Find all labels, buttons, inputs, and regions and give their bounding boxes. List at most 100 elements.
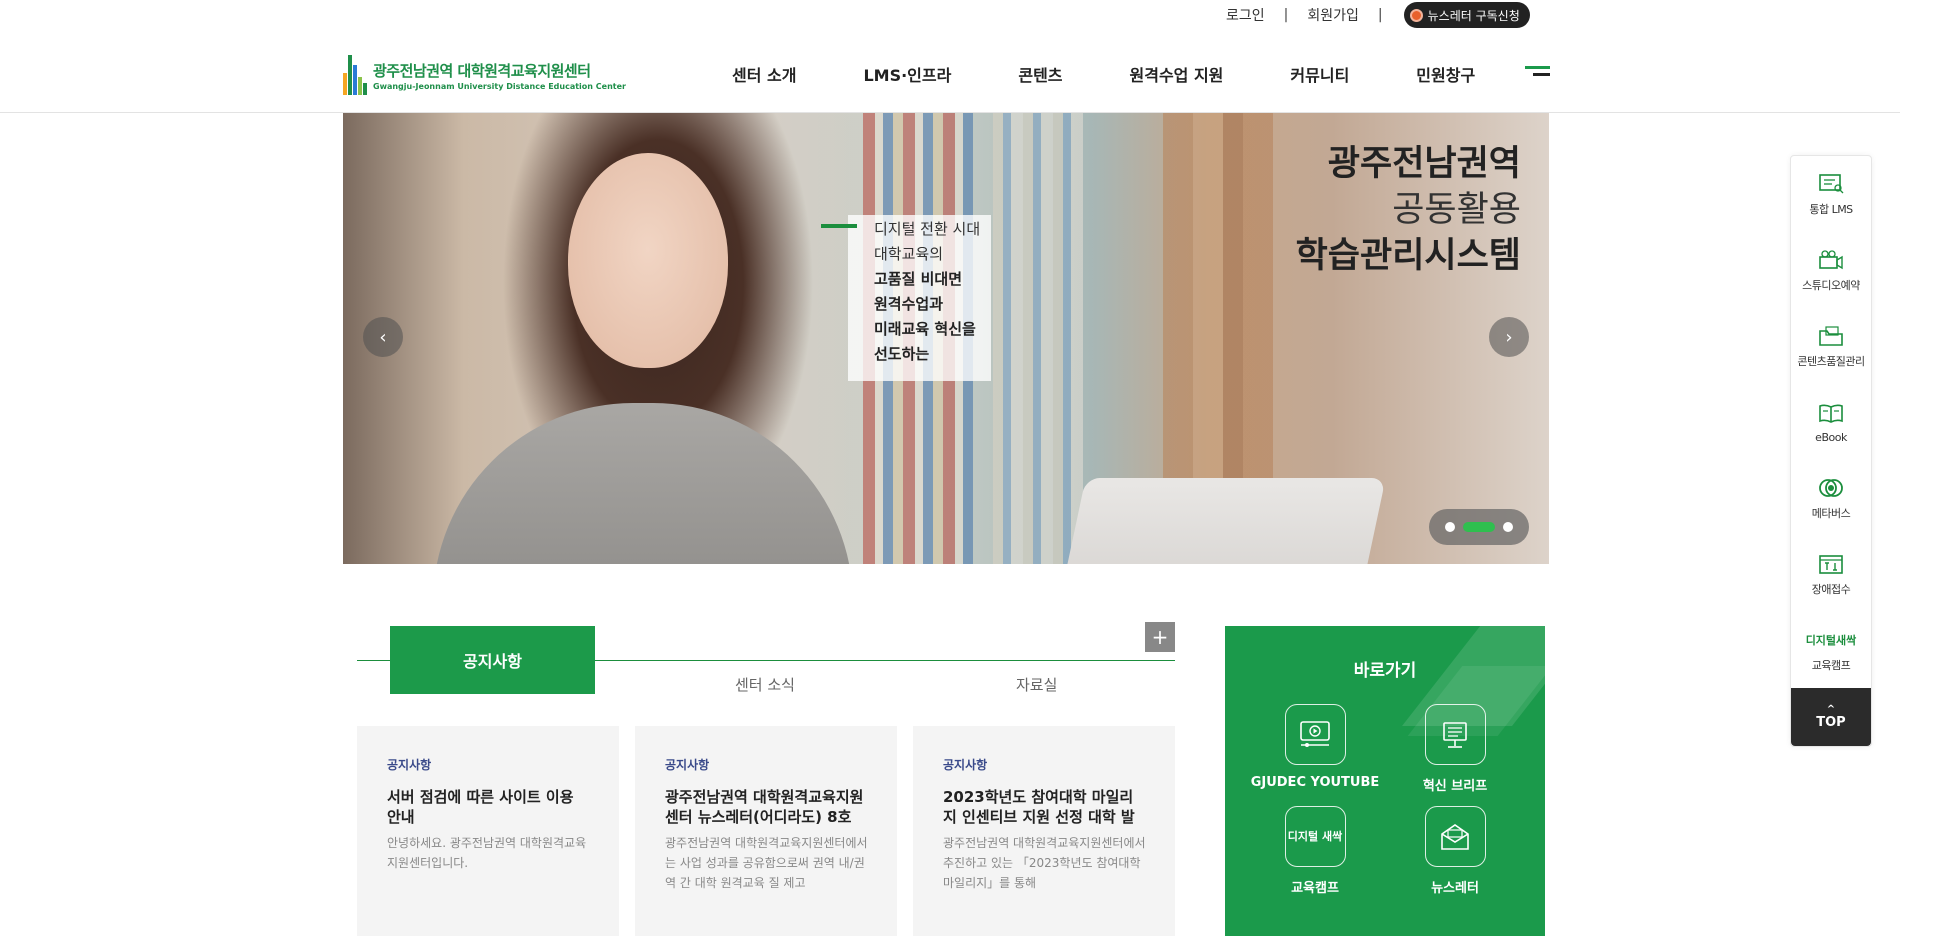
banner-copy-line: 디지털 전환 시대 [874, 220, 981, 238]
camp-icon: 디지털 새싹 [1284, 806, 1346, 867]
sidebar-item-repair[interactable]: 장애접수 [1791, 536, 1871, 612]
youtube-icon [1284, 704, 1346, 765]
nav-center-intro[interactable]: 센터 소개 [732, 62, 796, 86]
banner-next-button[interactable]: › [1489, 317, 1529, 357]
site-logo[interactable]: 광주전남권역 대학원격교육지원센터 Gwangju-Jeonnam Univer… [343, 55, 626, 95]
pagination-dot-active[interactable] [1463, 522, 1495, 532]
quick-link-newsletter[interactable]: 뉴스레터 [1380, 806, 1530, 896]
camera-icon [1816, 247, 1846, 273]
bookshelf-image [993, 113, 1083, 564]
scroll-top-label: TOP [1816, 714, 1846, 730]
sidebar-item-label: 콘텐츠품질관리 [1797, 355, 1865, 368]
card-category: 공지사항 [387, 758, 432, 772]
newsletter-subscribe-label: 뉴스레터 구독신청 [1427, 8, 1520, 23]
banner-copy-line: 고품질 비대면 [874, 270, 963, 288]
notice-card[interactable]: 공지사항 광주전남권역 대학원격교육지원센터 뉴스레터(어디라도) 8호 발 광… [635, 726, 897, 936]
logo-mark-icon [343, 55, 369, 95]
sidebar-item-camp[interactable]: 디지털새싹 교육캠프 [1791, 612, 1871, 688]
quick-link-label: 교육캠프 [1291, 881, 1339, 896]
quick-link-youtube[interactable]: GJUDEC YOUTUBE [1240, 704, 1390, 790]
plus-icon: + [1151, 625, 1169, 649]
utility-bar: 로그인 | 회원가입 | 뉴스레터 구독신청 [1226, 2, 1530, 28]
banner-headline-line: 광주전남권역 [1327, 144, 1521, 184]
chevron-right-icon: › [1505, 326, 1513, 348]
sidebar-item-lms[interactable]: 통합 LMS [1791, 156, 1871, 232]
camp-badge: 디지털새싹 [1805, 634, 1857, 647]
quick-link-label: 혁신 브리프 [1422, 779, 1488, 794]
card-category: 공지사항 [665, 758, 710, 772]
tab-notice[interactable]: 공지사항 [390, 626, 595, 694]
notice-card[interactable]: 공지사항 서버 점검에 따른 사이트 이용 안내 안녕하세요. 광주전남권역 대… [357, 726, 619, 936]
login-link[interactable]: 로그인 [1226, 5, 1265, 25]
util-separator: | [1283, 7, 1289, 23]
quick-link-camp[interactable]: 디지털 새싹 교육캠프 [1240, 806, 1390, 896]
card-category: 공지사항 [943, 758, 988, 772]
nav-contents[interactable]: 콘텐츠 [1018, 62, 1062, 86]
banner-headline: 광주전남권역 공동활용 학습관리시스템 [1296, 141, 1521, 279]
banner-headline-line: 공동활용 [1392, 190, 1521, 230]
quick-links-panel: 바로가기 GJUDEC YOUTUBE 혁신 브리프 디지털 새싹 교육캠프 뉴… [1225, 626, 1545, 936]
sidebar-item-label: 통합 LMS [1809, 203, 1853, 216]
more-button[interactable]: + [1145, 622, 1175, 652]
sidebar-item-content-quality[interactable]: 콘텐츠품질관리 [1791, 308, 1871, 384]
card-description: 광주전남권역 대학원격교육지원센터에서 추진하고 있는 「2023학년도 참여대… [943, 836, 1146, 890]
chevron-left-icon: ‹ [379, 326, 387, 348]
newsletter-dot-icon [1409, 8, 1423, 22]
banner-copy-line: 미래교육 혁신을 [874, 320, 976, 338]
card-description: 안녕하세요. 광주전남권역 대학원격교육지원센터입니다. [387, 836, 587, 870]
nav-remote-class-support[interactable]: 원격수업 지원 [1130, 62, 1224, 86]
sidebar-item-label: 장애접수 [1811, 583, 1851, 596]
join-link[interactable]: 회원가입 [1307, 5, 1359, 25]
banner-copy-line: 원격수업과 [874, 295, 944, 313]
tab-archive[interactable]: 자료실 [1016, 674, 1057, 695]
util-separator: | [1377, 7, 1383, 23]
banner-prev-button[interactable]: ‹ [363, 317, 403, 357]
banner-photo-laptop [1060, 478, 1386, 564]
card-title[interactable]: 2023학년도 참여대학 마일리지 인센티브 지원 선정 대학 발표 [943, 787, 1146, 827]
all-menu-icon[interactable] [1525, 66, 1550, 80]
quick-link-brief[interactable]: 혁신 브리프 [1380, 704, 1530, 794]
metaverse-icon [1816, 475, 1846, 501]
pagination-dot[interactable] [1503, 522, 1513, 532]
sidebar-item-label: 스튜디오예약 [1802, 279, 1860, 292]
notice-card[interactable]: 공지사항 2023학년도 참여대학 마일리지 인센티브 지원 선정 대학 발표 … [913, 726, 1175, 936]
sidebar-item-studio[interactable]: 스튜디오예약 [1791, 232, 1871, 308]
sidebar-item-label: eBook [1815, 430, 1847, 444]
sidebar-item-label: 교육캠프 [1811, 659, 1851, 672]
right-quick-sidebar: 통합 LMS 스튜디오예약 콘텐츠품질관리 eBook 메타버스 장애접수 디지… [1790, 155, 1872, 747]
repair-icon [1816, 551, 1846, 577]
card-title[interactable]: 서버 점검에 따른 사이트 이용 안내 [387, 787, 590, 827]
brief-icon [1424, 704, 1486, 765]
scroll-top-button[interactable]: ^ TOP [1791, 688, 1871, 746]
pagination-dot[interactable] [1445, 522, 1455, 532]
camp-badge: 디지털 새싹 [1287, 829, 1343, 843]
newsletter-subscribe-button[interactable]: 뉴스레터 구독신청 [1403, 2, 1530, 28]
main-navigation: 센터 소개 LMS·인프라 콘텐츠 원격수업 지원 커뮤니티 민원창구 [732, 62, 1475, 86]
banner-copy-line: 대학교육의 [874, 245, 944, 263]
quick-link-label: GJUDEC YOUTUBE [1250, 775, 1380, 790]
lms-icon [1816, 171, 1846, 197]
banner-pagination [1429, 509, 1529, 545]
mail-icon [1424, 806, 1486, 867]
sidebar-item-metaverse[interactable]: 메타버스 [1791, 460, 1871, 536]
nav-civil-service[interactable]: 민원창구 [1416, 62, 1475, 86]
camp-icon: 디지털새싹 [1796, 627, 1866, 653]
logo-title-en: Gwangju-Jeonnam University Distance Educ… [373, 81, 626, 91]
banner-copy-line: 선도하는 [874, 345, 930, 363]
book-icon [1816, 401, 1846, 427]
tab-center-news[interactable]: 센터 소식 [735, 674, 795, 695]
folder-icon [1816, 323, 1846, 349]
sidebar-item-label: 메타버스 [1811, 507, 1851, 520]
sidebar-item-ebook[interactable]: eBook [1791, 384, 1871, 460]
banner-photo-face [568, 153, 728, 368]
nav-community[interactable]: 커뮤니티 [1290, 62, 1349, 86]
site-header: 광주전남권역 대학원격교육지원센터 Gwangju-Jeonnam Univer… [0, 40, 1900, 113]
card-description: 광주전남권역 대학원격교육지원센터에서는 사업 성과를 공유함으로써 권역 내/… [665, 836, 868, 890]
quick-link-label: 뉴스레터 [1431, 881, 1479, 896]
banner-headline-line: 학습관리시스템 [1295, 236, 1521, 276]
nav-lms-infra[interactable]: LMS·인프라 [863, 62, 951, 86]
banner-copy-text: 디지털 전환 시대 대학교육의 고품질 비대면 원격수업과 미래교육 혁신을 선… [874, 217, 980, 367]
notice-card-list: 공지사항 서버 점검에 따른 사이트 이용 안내 안녕하세요. 광주전남권역 대… [357, 726, 1175, 936]
chevron-up-icon: ^ [1826, 703, 1836, 715]
card-title[interactable]: 광주전남권역 대학원격교육지원센터 뉴스레터(어디라도) 8호 발 [665, 787, 868, 827]
